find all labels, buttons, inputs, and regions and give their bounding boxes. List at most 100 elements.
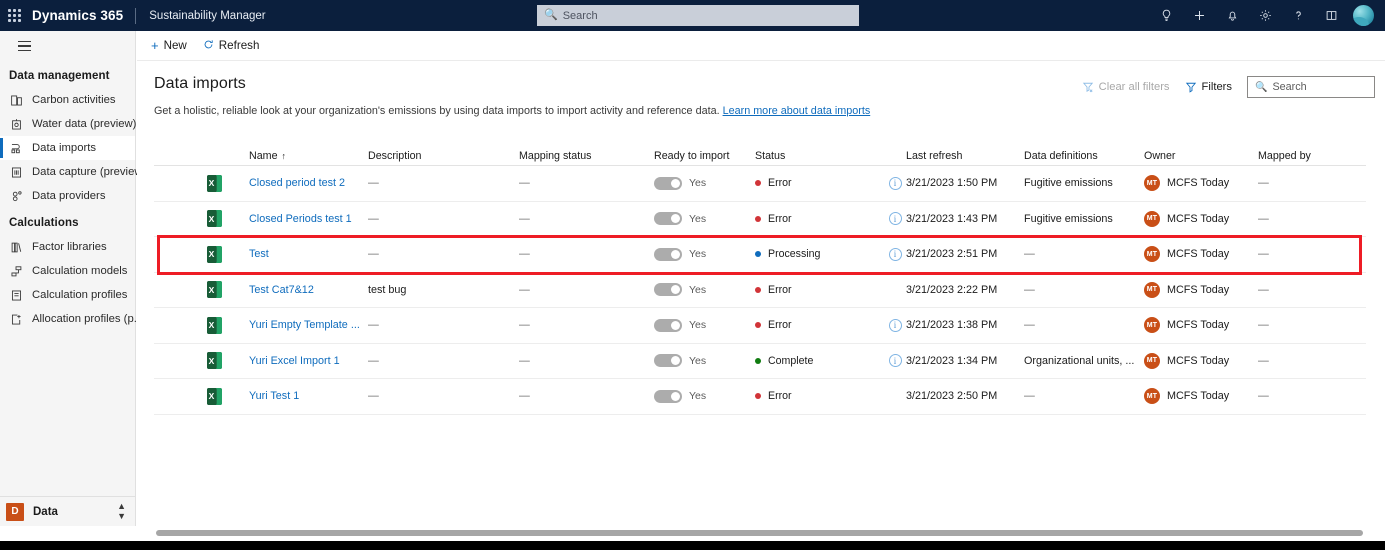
- site-map-toggle[interactable]: [4, 31, 44, 61]
- sort-ascending-icon: ↑: [281, 150, 287, 161]
- file-type-cell: [154, 352, 249, 370]
- avatar: MT: [1144, 246, 1160, 263]
- record-name-link[interactable]: Yuri Excel Import 1: [249, 355, 340, 367]
- ready-to-import-toggle[interactable]: [654, 354, 682, 368]
- brand-title[interactable]: Dynamics 365: [32, 8, 135, 23]
- sidebar-item-carbon-activities[interactable]: Carbon activities: [0, 88, 135, 112]
- sidebar-item-data-imports[interactable]: Data imports: [0, 136, 135, 160]
- table-row[interactable]: Yuri Excel Import 1 — — Yes Complete i 3/21/20…: [154, 344, 1366, 379]
- table-row[interactable]: Test Cat7&12 test bug — Yes Error 3/21/2023 2…: [154, 273, 1366, 308]
- table-row[interactable]: Closed period test 2 — — Yes Error i 3/21/2023…: [154, 166, 1366, 202]
- column-header-owner[interactable]: Owner: [1144, 150, 1258, 162]
- ready-to-import-toggle[interactable]: [654, 283, 682, 297]
- global-search-input[interactable]: 🔍 Search: [537, 5, 859, 26]
- sidebar-item-calculation-models[interactable]: Calculation models: [0, 259, 135, 283]
- column-header-last-refresh[interactable]: Last refresh: [906, 150, 1024, 162]
- calculation-models-icon: [9, 264, 23, 278]
- sidebar-item-calculation-profiles[interactable]: Calculation profiles: [0, 283, 135, 307]
- gear-icon[interactable]: [1249, 0, 1282, 31]
- excel-file-icon[interactable]: [207, 245, 222, 263]
- help-icon[interactable]: [1282, 0, 1315, 31]
- record-name-link[interactable]: Yuri Empty Template ...: [249, 319, 360, 331]
- plus-icon[interactable]: [1183, 0, 1216, 31]
- refresh-button[interactable]: Refresh: [203, 39, 259, 52]
- record-name-link[interactable]: Test: [249, 248, 269, 260]
- record-name-link[interactable]: Yuri Test 1: [249, 390, 299, 402]
- page-subtitle-text: Get a holistic, reliable look at your or…: [154, 105, 720, 117]
- sidebar-item-data-providers[interactable]: Data providers: [0, 184, 135, 208]
- sidebar-item-data-capture[interactable]: Data capture (preview): [0, 160, 146, 184]
- area-switcher[interactable]: D Data ▲ ▼: [0, 496, 136, 526]
- ready-to-import-toggle[interactable]: [654, 247, 682, 261]
- avatar: MT: [1144, 317, 1160, 334]
- file-type-cell: [154, 281, 249, 299]
- excel-file-icon[interactable]: [207, 316, 222, 334]
- excel-file-icon[interactable]: [207, 352, 222, 370]
- filters-button[interactable]: Filters: [1185, 81, 1232, 93]
- data-definitions-cell: —: [1024, 319, 1035, 332]
- record-name-link[interactable]: Closed Periods test 1: [249, 213, 352, 225]
- column-header-ready-to-import[interactable]: Ready to import: [654, 150, 755, 162]
- bell-icon[interactable]: [1216, 0, 1249, 31]
- app-name-label[interactable]: Sustainability Manager: [136, 10, 265, 22]
- ready-to-import-toggle[interactable]: [654, 389, 682, 403]
- ready-to-import-toggle[interactable]: [654, 318, 682, 332]
- learn-more-link[interactable]: Learn more about data imports: [723, 105, 871, 117]
- avatar: MT: [1144, 175, 1160, 192]
- water-data-icon: [9, 117, 23, 131]
- data-imports-grid: Name ↑ Description Mapping status Ready …: [154, 146, 1366, 415]
- mapping-status-cell: —: [519, 354, 530, 367]
- info-icon[interactable]: i: [888, 212, 902, 226]
- sidebar-item-label: Data providers: [32, 190, 106, 202]
- data-definitions-cell: Fugitive emissions: [1024, 177, 1113, 190]
- ready-to-import-toggle[interactable]: [654, 176, 682, 190]
- record-name-link[interactable]: Closed period test 2: [249, 177, 345, 189]
- data-definitions-cell: —: [1024, 283, 1035, 296]
- table-row[interactable]: Closed Periods test 1 — — Yes Error i 3/21/202…: [154, 202, 1366, 237]
- excel-file-icon[interactable]: [207, 174, 222, 192]
- mapping-status-cell: —: [519, 177, 530, 190]
- avatar: MT: [1144, 210, 1160, 227]
- column-header-description[interactable]: Description: [368, 150, 519, 162]
- lightbulb-icon[interactable]: [1150, 0, 1183, 31]
- name-cell: Test: [249, 248, 368, 260]
- excel-file-icon[interactable]: [207, 387, 222, 405]
- new-button[interactable]: + New: [151, 39, 187, 52]
- sidebar-item-allocation-profiles[interactable]: Allocation profiles (p...: [0, 307, 143, 331]
- sidebar-item-factor-libraries[interactable]: Factor libraries: [0, 235, 135, 259]
- info-icon[interactable]: i: [888, 318, 902, 332]
- name-cell: Closed period test 2: [249, 177, 368, 189]
- info-icon[interactable]: i: [888, 247, 902, 261]
- top-bar-icon-group: [1150, 0, 1381, 31]
- last-refresh-cell: 3/21/2023 1:50 PM: [906, 177, 998, 190]
- info-icon[interactable]: i: [888, 354, 902, 368]
- column-header-name[interactable]: Name ↑: [249, 150, 368, 162]
- book-icon[interactable]: [1315, 0, 1348, 31]
- table-row[interactable]: Test——YesProcessingi3/21/2023 2:51 PM—MT…: [154, 237, 1366, 273]
- column-header-mapping-status[interactable]: Mapping status: [519, 150, 654, 162]
- status-badge: [755, 357, 761, 364]
- search-icon: 🔍: [544, 9, 558, 21]
- nav-section-title-data-management: Data management: [9, 70, 110, 82]
- table-row[interactable]: Yuri Empty Template ... — — Yes Error i 3/21/2…: [154, 308, 1366, 344]
- avatar: MT: [1144, 281, 1160, 298]
- horizontal-scrollbar[interactable]: [137, 526, 1385, 540]
- column-header-data-definitions[interactable]: Data definitions: [1024, 150, 1144, 162]
- grid-search-input[interactable]: 🔍 Search: [1247, 76, 1375, 98]
- column-header-mapped-by[interactable]: Mapped by: [1258, 150, 1366, 162]
- user-avatar[interactable]: [1352, 4, 1375, 27]
- clear-all-filters-button[interactable]: Clear all filters: [1082, 81, 1170, 93]
- scrollbar-thumb[interactable]: [156, 530, 1363, 536]
- column-header-status[interactable]: Status: [755, 150, 884, 162]
- excel-file-icon[interactable]: [207, 281, 222, 299]
- ready-to-import-cell: Yes: [654, 318, 755, 332]
- ready-to-import-toggle[interactable]: [654, 212, 682, 226]
- sidebar-item-water-data[interactable]: Water data (preview): [0, 112, 136, 136]
- table-row[interactable]: Yuri Test 1——YesError3/21/2023 2:50 PM—M…: [154, 379, 1366, 415]
- refresh-icon: [203, 39, 214, 52]
- app-launcher-icon[interactable]: [8, 8, 22, 23]
- record-name-link[interactable]: Test Cat7&12: [249, 284, 314, 296]
- info-icon[interactable]: i: [888, 176, 902, 190]
- excel-file-icon[interactable]: [207, 210, 222, 228]
- ready-to-import-cell: Yes: [654, 354, 755, 368]
